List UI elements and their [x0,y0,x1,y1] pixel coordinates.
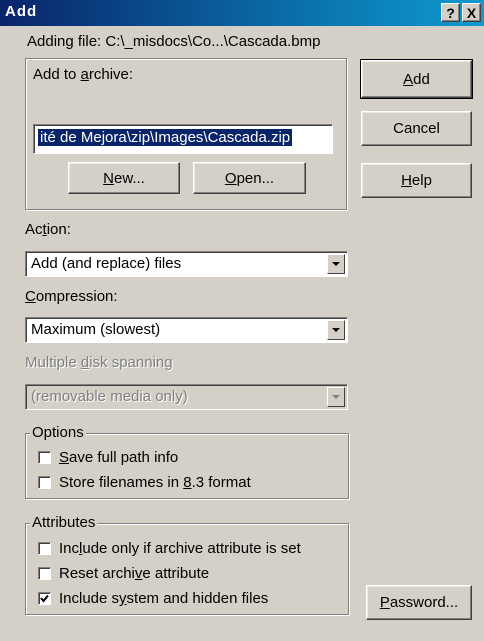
checkbox[interactable] [38,451,51,464]
checkbox[interactable] [38,567,51,580]
archive-path-value: ité de Mejora\zip\Images\Cascada.zip [38,129,293,146]
spanning-label: Multiple disk spanning [25,354,173,371]
action-label: Action: [25,221,71,238]
cancel-button[interactable]: Cancel [361,111,472,146]
checkbox[interactable] [38,592,51,605]
open-button[interactable]: Open... [193,162,306,194]
spanning-selected-value: (removable media only) [31,388,188,405]
checkbox[interactable] [38,542,51,555]
adding-file-label: Adding file: C:\_misdocs\Co...\Cascada.b… [27,33,321,50]
attr-archive-only[interactable]: Include only if archive attribute is set [38,540,301,557]
chevron-down-icon [332,262,340,266]
compression-dropdown-arrow[interactable] [327,320,345,340]
spanning-select: (removable media only) [25,384,348,410]
compression-label: Compression: [25,288,118,305]
attr-system-hidden[interactable]: Include system and hidden files [38,590,268,607]
chevron-down-icon [332,395,340,399]
action-dropdown-arrow[interactable] [327,254,345,274]
compression-selected-value: Maximum (slowest) [31,321,161,338]
spanning-dropdown-arrow [327,387,345,407]
add-button[interactable]: Add [360,59,473,99]
compression-select[interactable]: Maximum (slowest) [25,317,348,343]
chevron-down-icon [332,328,340,332]
options-group-label: Options [30,424,86,441]
checkmark-icon [40,594,49,603]
title-bar[interactable]: Add ? X [0,0,484,26]
option-save-full-path[interactable]: Save full path info [38,449,178,466]
checkbox[interactable] [38,476,51,489]
new-button[interactable]: New... [68,162,180,194]
help-caption-button[interactable]: ? [441,3,460,22]
help-button[interactable]: Help [361,163,472,198]
attr-reset-archive[interactable]: Reset archive attribute [38,565,209,582]
close-button[interactable]: X [462,3,481,22]
archive-label: Add to archive: [33,66,134,83]
password-button[interactable]: Password... [366,585,472,620]
action-selected-value: Add (and replace) files [31,255,182,272]
window-title: Add [5,3,38,20]
action-select[interactable]: Add (and replace) files [25,251,348,277]
option-store-8-3[interactable]: Store filenames in 8.3 format [38,474,251,491]
archive-path-input[interactable]: ité de Mejora\zip\Images\Cascada.zip [33,124,333,154]
attributes-group-label: Attributes [30,514,98,531]
